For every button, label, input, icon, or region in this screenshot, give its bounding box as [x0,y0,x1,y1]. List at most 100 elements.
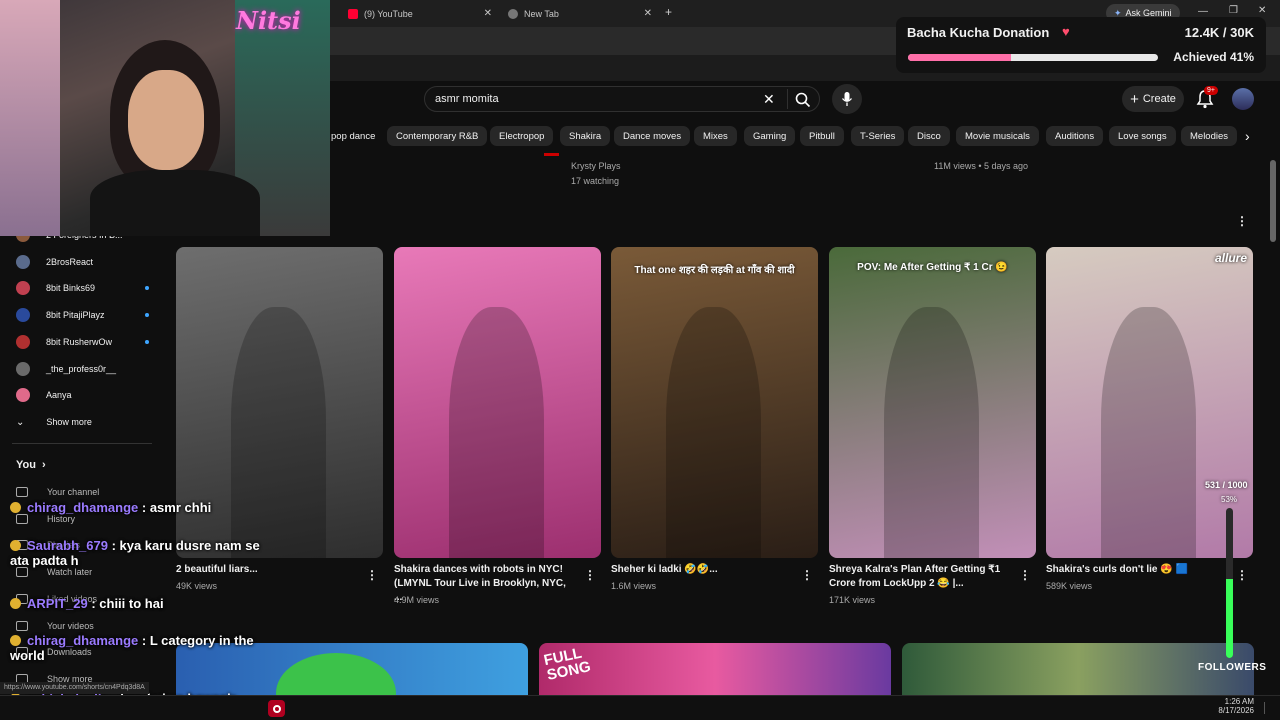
more-options-icon[interactable]: ⋮ [801,568,813,582]
more-options-icon[interactable]: ⋮ [366,568,378,582]
progress-indicator [544,153,559,156]
show-more-button[interactable]: ⌄ Show more [16,412,92,432]
menu-icon [16,620,28,631]
record-icon [272,704,281,713]
more-options-icon[interactable]: ⋮ [1236,214,1248,228]
show-more-label: Show more [46,417,92,427]
heart-icon: ♥ [1062,24,1070,39]
chip-shakira[interactable]: Shakira [560,126,611,146]
more-options-icon[interactable]: ⋮ [584,568,596,582]
sidebar-you-item[interactable]: Your channel [16,482,99,502]
clock: 1:26 AM 8/17/2026 [1218,697,1254,715]
sidebar-subscription[interactable]: 8bit PitajiPlayz [16,305,149,325]
live-channel-name[interactable]: Krysty Plays [571,161,621,171]
divider [787,89,788,109]
menu-icon [16,567,28,578]
voice-search-button[interactable] [832,84,862,114]
live-watching-count: 17 watching [571,176,620,186]
sidebar-subscription[interactable]: 8bit RusherwOw [16,332,149,352]
you-item-label: Your channel [47,487,100,497]
sidebar: 2 Foreigners In B...2BrosReact8bit Binks… [0,225,160,695]
chat-username[interactable]: chirag_dhamange [27,500,138,515]
menu-icon [16,513,28,524]
chip-movie-musicals[interactable]: Movie musicals [956,126,1039,146]
show-desktop-button[interactable] [1264,702,1274,714]
chat-username[interactable]: chirag_dhamange [27,633,138,648]
microphone-icon [841,92,853,106]
chip-mixes[interactable]: Mixes [694,126,737,146]
status-url: https://www.youtube.com/shorts/cn4Pdq3d8… [0,682,149,694]
chat-message: chirag_dhamange : L category in the worl… [10,633,260,663]
short-views: 4.9M views [394,595,440,605]
subscription-name: 2BrosReact [46,256,94,267]
search-input[interactable]: asmr momita ✕ [424,86,820,112]
account-avatar[interactable] [1232,88,1254,110]
more-options-icon[interactable]: ⋮ [1019,568,1031,582]
short-thumbnail[interactable] [394,247,601,558]
clear-search-icon[interactable]: ✕ [763,91,775,108]
sidebar-subscription[interactable]: 8bit Binks69 [16,278,149,298]
tab-label: (9) YouTube [364,9,413,19]
chip-auditions[interactable]: Auditions [1046,126,1104,146]
taskbar: 1:26 AM 8/17/2026 [0,695,1280,720]
chat-message: Saurabh_679 : kya karu dusre nam se ata … [10,538,260,568]
tab-youtube[interactable]: (9) YouTube ✕ [340,3,498,25]
short-thumbnail[interactable]: allure [1046,247,1253,558]
close-window-icon[interactable]: ✕ [1258,5,1266,16]
create-button[interactable]: + Create [1122,86,1184,112]
short-views: 171K views [829,595,876,605]
person-shirt [90,170,260,236]
chip-melodies[interactable]: Melodies [1181,126,1238,146]
thumbnail-figure [1101,307,1196,558]
chip-dance-moves[interactable]: Dance moves [614,126,691,146]
you-section-header[interactable]: You › [16,455,46,475]
close-tab-icon[interactable]: ✕ [644,8,652,19]
chip-pop-dance[interactable]: pop dance [322,126,384,146]
short-thumbnail[interactable]: POV: Me After Getting ₹ 1 Cr 😉 [829,247,1036,558]
donation-achieved: Achieved 41% [1173,50,1254,64]
thumbnail-figure [231,307,326,558]
video-thumbnail[interactable]: FULL SONG [539,643,891,695]
chevron-right-icon[interactable]: › [1245,128,1250,144]
chevron-down-icon: ⌄ [16,416,25,428]
notifications-button[interactable]: 9+ [1196,86,1218,114]
tab-new-tab[interactable]: New Tab ✕ [500,3,658,25]
followers-progress-fill [1226,578,1233,658]
chat-username[interactable]: Saurabh_679 [27,538,108,553]
clock-date: 8/17/2026 [1218,706,1254,715]
chat-message: chirag_dhamange : asmr chhi [10,500,260,515]
sidebar-subscription[interactable]: _the_profess0r__ [16,359,116,379]
minimize-icon[interactable]: — [1198,6,1208,17]
chip-disco[interactable]: Disco [908,126,950,146]
short-title[interactable]: Shakira's curls don't lie 😍 🟦 [1046,563,1221,577]
background-curtain [0,0,60,236]
new-tab-button[interactable]: + [665,5,672,19]
short-thumbnail[interactable]: That one शहर की लड़की at गाँव की शादी [611,247,818,558]
character-shape [276,653,396,695]
chip-contemporary-r-b[interactable]: Contemporary R&B [387,126,488,146]
new-content-dot [145,286,149,291]
chip-love-songs[interactable]: Love songs [1109,126,1176,146]
chat-username[interactable]: ARPIT_29 [27,596,88,611]
short-views: 589K views [1046,581,1093,591]
chip-gaming[interactable]: Gaming [744,126,796,146]
sidebar-subscription[interactable]: 2BrosReact [16,252,93,272]
thumbnail-caption: allure [1214,251,1247,265]
more-options-icon[interactable]: ⋮ [1236,568,1248,582]
channel-avatar [16,334,30,349]
search-icon[interactable] [795,92,811,108]
short-title[interactable]: Sheher ki ladki 🤣🤣... [611,563,786,577]
globe-icon [508,9,518,19]
chip-t-series[interactable]: T-Series [851,126,905,146]
app-icon[interactable] [268,700,285,717]
short-title[interactable]: Shreya Kalra's Plan After Getting ₹1 Cro… [829,563,1004,591]
chat-badge-icon [10,598,21,609]
close-tab-icon[interactable]: ✕ [484,8,492,19]
page-scrollbar[interactable] [1270,160,1276,242]
restore-icon[interactable]: ❐ [1229,5,1238,16]
chip-pitbull[interactable]: Pitbull [800,126,844,146]
short-views: 49K views [176,581,218,591]
notification-badge: 9+ [1204,86,1218,95]
chip-electropop[interactable]: Electropop [490,126,554,146]
sidebar-subscription[interactable]: Aanya [16,385,72,405]
